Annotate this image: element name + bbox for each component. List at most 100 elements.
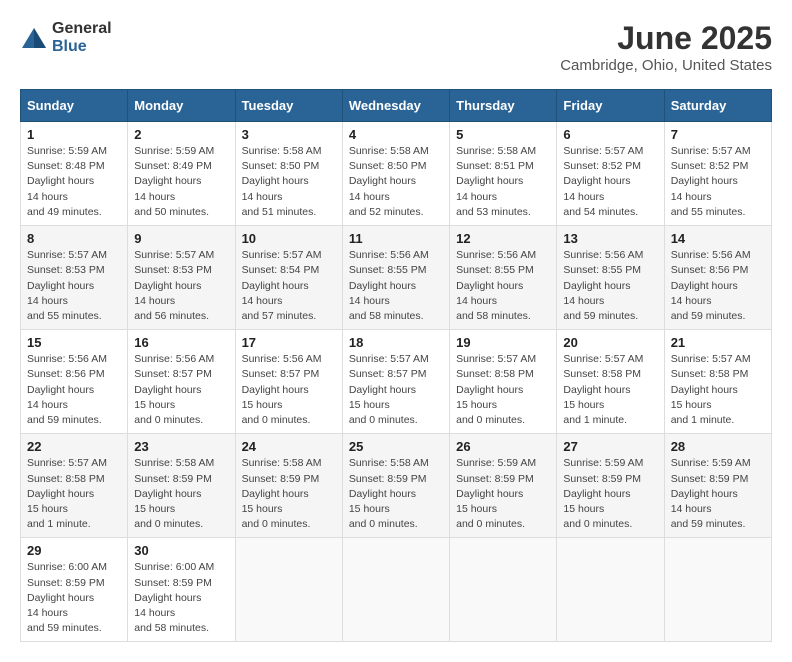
day-info: Sunrise: 5:57 AMSunset: 8:52 PMDaylight … xyxy=(671,144,765,220)
calendar-week-row: 8 Sunrise: 5:57 AMSunset: 8:53 PMDaylight… xyxy=(21,226,772,330)
day-number: 7 xyxy=(671,127,765,142)
calendar-week-row: 1 Sunrise: 5:59 AMSunset: 8:48 PMDaylight… xyxy=(21,122,772,226)
day-info: Sunrise: 5:58 AMSunset: 8:50 PMDaylight … xyxy=(242,144,336,220)
day-number: 13 xyxy=(563,231,657,246)
day-info: Sunrise: 5:58 AMSunset: 8:50 PMDaylight … xyxy=(349,144,443,220)
day-number: 6 xyxy=(563,127,657,142)
page-header: General Blue June 2025 Cambridge, Ohio, … xyxy=(20,20,772,74)
calendar-week-row: 15 Sunrise: 5:56 AMSunset: 8:56 PMDayligh… xyxy=(21,330,772,434)
calendar-day-cell: 23 Sunrise: 5:58 AMSunset: 8:59 PMDayligh… xyxy=(128,434,235,538)
calendar-day-cell: 4 Sunrise: 5:58 AMSunset: 8:50 PMDaylight… xyxy=(342,122,449,226)
day-number: 26 xyxy=(456,439,550,454)
day-info: Sunrise: 5:58 AMSunset: 8:59 PMDaylight … xyxy=(242,456,336,532)
day-number: 4 xyxy=(349,127,443,142)
day-number: 30 xyxy=(134,543,228,558)
weekday-header: Friday xyxy=(557,90,664,122)
calendar-day-cell: 3 Sunrise: 5:58 AMSunset: 8:50 PMDaylight… xyxy=(235,122,342,226)
calendar-empty-cell xyxy=(450,538,557,642)
day-number: 12 xyxy=(456,231,550,246)
title-block: June 2025 Cambridge, Ohio, United States xyxy=(560,20,772,74)
day-number: 11 xyxy=(349,231,443,246)
day-number: 9 xyxy=(134,231,228,246)
calendar-day-cell: 28Sunrise: 5:59 AMSunset: 8:59 PMDayligh… xyxy=(664,434,771,538)
calendar-empty-cell xyxy=(342,538,449,642)
day-info: Sunrise: 5:57 AMSunset: 8:58 PMDaylight … xyxy=(456,352,550,428)
calendar-day-cell: 10Sunrise: 5:57 AMSunset: 8:54 PMDayligh… xyxy=(235,226,342,330)
calendar-day-cell: 8 Sunrise: 5:57 AMSunset: 8:53 PMDaylight… xyxy=(21,226,128,330)
day-number: 22 xyxy=(27,439,121,454)
location-title: Cambridge, Ohio, United States xyxy=(560,57,772,74)
day-info: Sunrise: 5:59 AMSunset: 8:59 PMDaylight … xyxy=(456,456,550,532)
day-info: Sunrise: 5:59 AMSunset: 8:48 PMDaylight … xyxy=(27,144,121,220)
day-number: 21 xyxy=(671,335,765,350)
calendar-day-cell: 27 Sunrise: 5:59 AMSunset: 8:59 PMDayligh… xyxy=(557,434,664,538)
weekday-header: Thursday xyxy=(450,90,557,122)
calendar-day-cell: 11 Sunrise: 5:56 AMSunset: 8:55 PMDayligh… xyxy=(342,226,449,330)
calendar-day-cell: 9 Sunrise: 5:57 AMSunset: 8:53 PMDaylight… xyxy=(128,226,235,330)
day-number: 19 xyxy=(456,335,550,350)
day-info: Sunrise: 5:58 AMSunset: 8:59 PMDaylight … xyxy=(134,456,228,532)
day-number: 3 xyxy=(242,127,336,142)
calendar-day-cell: 26 Sunrise: 5:59 AMSunset: 8:59 PMDayligh… xyxy=(450,434,557,538)
day-number: 16 xyxy=(134,335,228,350)
day-number: 5 xyxy=(456,127,550,142)
weekday-header: Saturday xyxy=(664,90,771,122)
day-number: 18 xyxy=(349,335,443,350)
calendar-day-cell: 18Sunrise: 5:57 AMSunset: 8:57 PMDayligh… xyxy=(342,330,449,434)
weekday-header: Sunday xyxy=(21,90,128,122)
logo-icon xyxy=(20,26,48,50)
calendar-day-cell: 25Sunrise: 5:58 AMSunset: 8:59 PMDayligh… xyxy=(342,434,449,538)
day-info: Sunrise: 5:57 AMSunset: 8:53 PMDaylight … xyxy=(134,248,228,324)
calendar-day-cell: 14Sunrise: 5:56 AMSunset: 8:56 PMDayligh… xyxy=(664,226,771,330)
calendar-day-cell: 24 Sunrise: 5:58 AMSunset: 8:59 PMDayligh… xyxy=(235,434,342,538)
day-info: Sunrise: 5:59 AMSunset: 8:59 PMDaylight … xyxy=(563,456,657,532)
calendar-table: SundayMondayTuesdayWednesdayThursdayFrid… xyxy=(20,89,772,642)
day-info: Sunrise: 5:59 AMSunset: 8:59 PMDaylight … xyxy=(671,456,765,532)
calendar-day-cell: 20 Sunrise: 5:57 AMSunset: 8:58 PMDayligh… xyxy=(557,330,664,434)
calendar-day-cell: 7 Sunrise: 5:57 AMSunset: 8:52 PMDaylight… xyxy=(664,122,771,226)
day-info: Sunrise: 5:57 AMSunset: 8:53 PMDaylight … xyxy=(27,248,121,324)
calendar-empty-cell xyxy=(557,538,664,642)
logo: General Blue xyxy=(20,20,112,56)
calendar-week-row: 29 Sunrise: 6:00 AMSunset: 8:59 PMDayligh… xyxy=(21,538,772,642)
calendar-day-cell: 22 Sunrise: 5:57 AMSunset: 8:58 PMDayligh… xyxy=(21,434,128,538)
logo-text-blue: Blue xyxy=(52,38,87,55)
day-info: Sunrise: 6:00 AMSunset: 8:59 PMDaylight … xyxy=(134,560,228,636)
day-number: 1 xyxy=(27,127,121,142)
day-number: 24 xyxy=(242,439,336,454)
day-info: Sunrise: 5:56 AMSunset: 8:56 PMDaylight … xyxy=(671,248,765,324)
day-number: 23 xyxy=(134,439,228,454)
day-number: 25 xyxy=(349,439,443,454)
logo-text-general: General xyxy=(52,20,112,37)
month-title: June 2025 xyxy=(560,20,772,57)
day-number: 20 xyxy=(563,335,657,350)
day-number: 29 xyxy=(27,543,121,558)
calendar-day-cell: 16 Sunrise: 5:56 AMSunset: 8:57 PMDayligh… xyxy=(128,330,235,434)
calendar-day-cell: 6Sunrise: 5:57 AMSunset: 8:52 PMDaylight… xyxy=(557,122,664,226)
day-number: 27 xyxy=(563,439,657,454)
weekday-header: Tuesday xyxy=(235,90,342,122)
day-number: 15 xyxy=(27,335,121,350)
day-info: Sunrise: 5:56 AMSunset: 8:57 PMDaylight … xyxy=(134,352,228,428)
calendar-day-cell: 17 Sunrise: 5:56 AMSunset: 8:57 PMDayligh… xyxy=(235,330,342,434)
calendar-header-row: SundayMondayTuesdayWednesdayThursdayFrid… xyxy=(21,90,772,122)
day-info: Sunrise: 5:57 AMSunset: 8:58 PMDaylight … xyxy=(671,352,765,428)
day-info: Sunrise: 5:57 AMSunset: 8:58 PMDaylight … xyxy=(27,456,121,532)
day-info: Sunrise: 5:56 AMSunset: 8:56 PMDaylight … xyxy=(27,352,121,428)
day-info: Sunrise: 5:57 AMSunset: 8:58 PMDaylight … xyxy=(563,352,657,428)
day-number: 8 xyxy=(27,231,121,246)
day-number: 10 xyxy=(242,231,336,246)
day-number: 2 xyxy=(134,127,228,142)
day-info: Sunrise: 5:56 AMSunset: 8:55 PMDaylight … xyxy=(349,248,443,324)
day-number: 17 xyxy=(242,335,336,350)
calendar-empty-cell xyxy=(664,538,771,642)
day-info: Sunrise: 5:56 AMSunset: 8:57 PMDaylight … xyxy=(242,352,336,428)
calendar-day-cell: 5 Sunrise: 5:58 AMSunset: 8:51 PMDaylight… xyxy=(450,122,557,226)
calendar-empty-cell xyxy=(235,538,342,642)
calendar-week-row: 22 Sunrise: 5:57 AMSunset: 8:58 PMDayligh… xyxy=(21,434,772,538)
calendar-day-cell: 12Sunrise: 5:56 AMSunset: 8:55 PMDayligh… xyxy=(450,226,557,330)
day-info: Sunrise: 5:59 AMSunset: 8:49 PMDaylight … xyxy=(134,144,228,220)
day-info: Sunrise: 6:00 AMSunset: 8:59 PMDaylight … xyxy=(27,560,121,636)
weekday-header: Monday xyxy=(128,90,235,122)
day-info: Sunrise: 5:58 AMSunset: 8:51 PMDaylight … xyxy=(456,144,550,220)
